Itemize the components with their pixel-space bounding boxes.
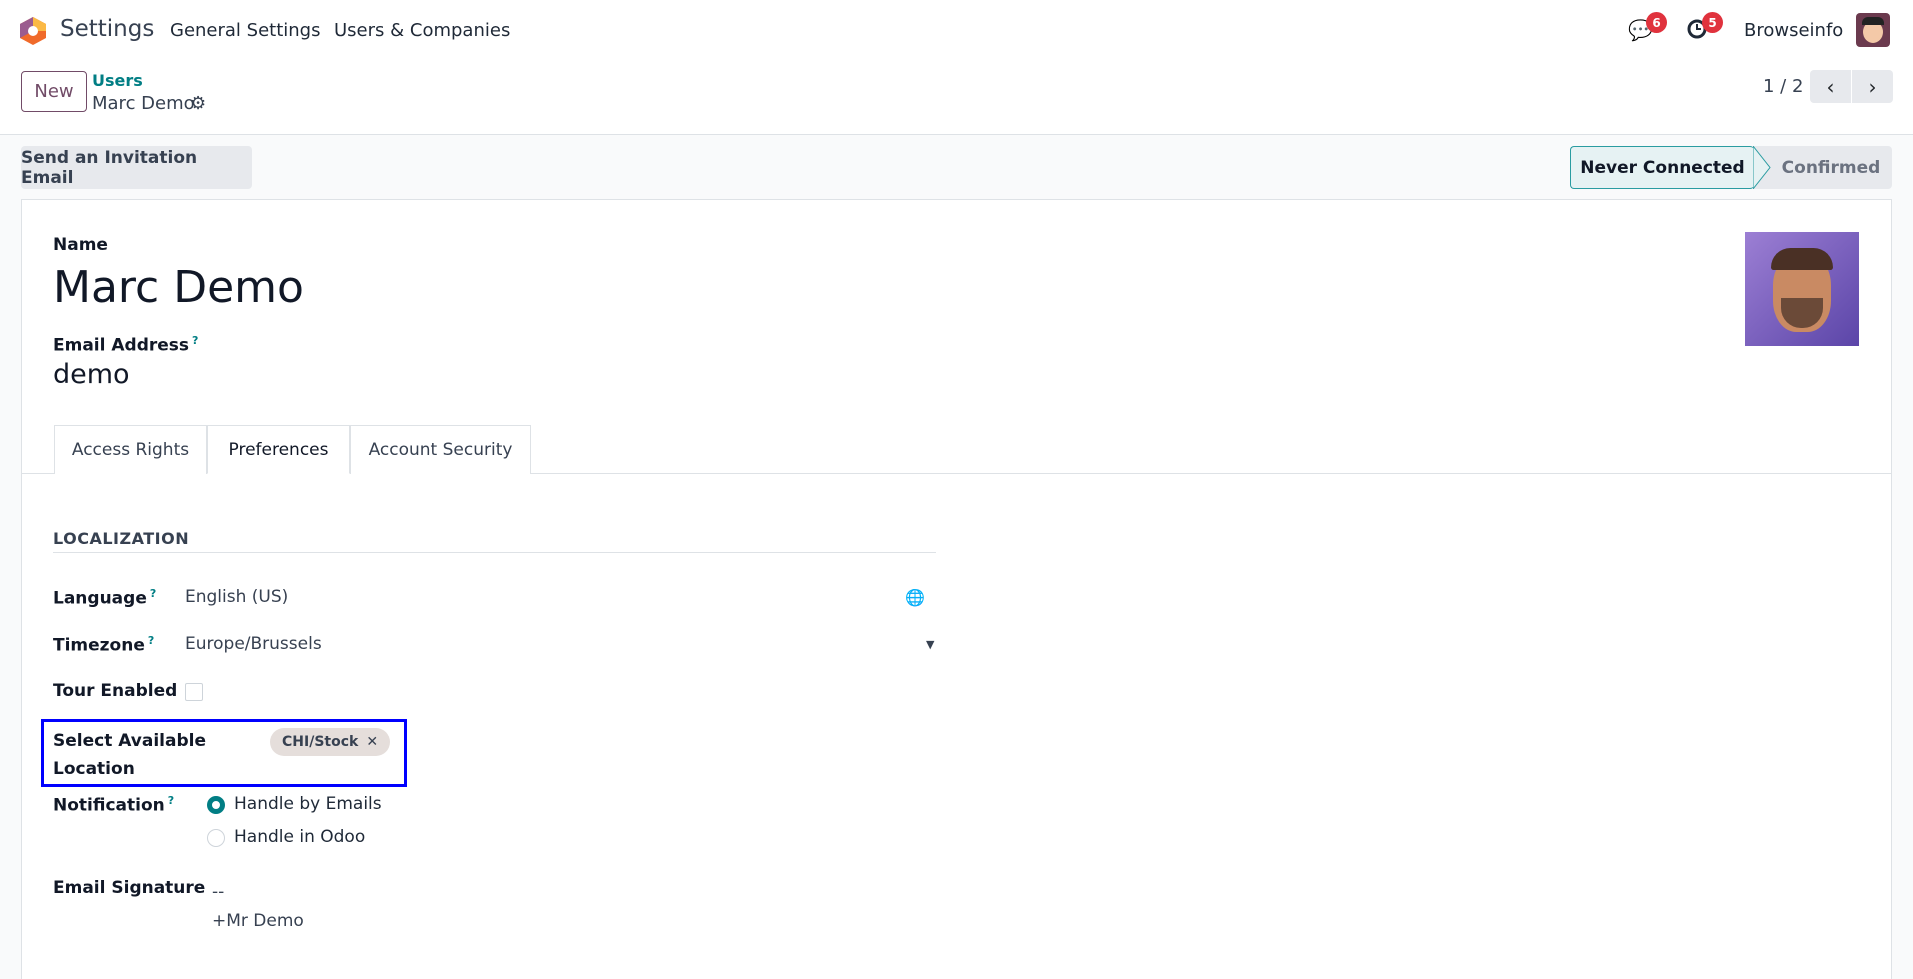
tab-access-rights[interactable]: Access Rights <box>54 425 207 474</box>
tour-enabled-checkbox[interactable] <box>185 683 203 701</box>
radio-handle-by-emails[interactable] <box>207 796 225 814</box>
new-button[interactable]: New <box>21 71 87 112</box>
signature-label: Email Signature <box>53 878 206 898</box>
language-select[interactable]: English (US) <box>185 587 288 607</box>
form-sheet <box>21 199 1892 979</box>
chevron-left-icon: ‹ <box>1826 74 1835 99</box>
signature-line-1[interactable]: -- <box>212 882 224 902</box>
language-label: Language? <box>53 587 157 609</box>
email-label: Email Address? <box>53 334 199 356</box>
globe-icon[interactable]: 🌐 <box>905 588 925 607</box>
control-panel: New Users Marc Demo ⚙ 1 / 2 ‹ › <box>0 60 1913 135</box>
activities-badge: 5 <box>1702 12 1723 33</box>
send-invitation-button[interactable]: Send an Invitation Email <box>21 146 252 189</box>
remove-tag-icon[interactable]: ✕ <box>366 734 378 750</box>
timezone-label: Timezone? <box>53 634 155 656</box>
breadcrumb-users[interactable]: Users <box>92 71 143 90</box>
user-avatar[interactable] <box>1856 13 1890 47</box>
caret-down-icon[interactable]: ▼ <box>926 638 934 651</box>
location-label: Select Available Location <box>53 731 207 779</box>
signature-line-2[interactable]: +Mr Demo <box>212 911 304 931</box>
pager-next-button[interactable]: › <box>1852 70 1893 103</box>
radio-handle-in-odoo[interactable] <box>207 829 225 847</box>
status-arrow <box>1753 146 1771 189</box>
notification-label: Notification? <box>53 794 175 816</box>
name-field[interactable]: Marc Demo <box>53 262 304 313</box>
help-icon[interactable]: ? <box>192 334 198 347</box>
status-never-connected[interactable]: Never Connected <box>1570 146 1754 189</box>
option-handle-in-odoo[interactable]: Handle in Odoo <box>234 827 365 847</box>
name-label: Name <box>53 235 108 255</box>
menu-users-companies[interactable]: Users & Companies <box>334 20 510 41</box>
tab-preferences[interactable]: Preferences <box>207 425 350 474</box>
messages-badge: 6 <box>1646 12 1667 33</box>
status-confirmed[interactable]: Confirmed <box>1770 146 1892 189</box>
pager-previous-button[interactable]: ‹ <box>1810 70 1851 103</box>
top-navbar: Settings General Settings Users & Compan… <box>0 0 1913 60</box>
company-name[interactable]: Browseinfo <box>1744 20 1843 41</box>
location-tag-label: CHI/Stock <box>282 734 359 750</box>
location-tag: CHI/Stock ✕ <box>270 728 391 756</box>
breadcrumb-current: Marc Demo <box>92 93 195 114</box>
section-localization: LOCALIZATION <box>53 529 190 548</box>
email-field[interactable]: demo <box>53 359 130 390</box>
timezone-select[interactable]: Europe/Brussels <box>185 634 322 654</box>
tour-enabled-label: Tour Enabled <box>53 681 178 701</box>
messages-button[interactable]: 💬 6 <box>1628 12 1667 42</box>
menu-general-settings[interactable]: General Settings <box>170 20 321 41</box>
gear-icon[interactable]: ⚙ <box>190 93 206 114</box>
app-title[interactable]: Settings <box>60 16 154 42</box>
odoo-apps-icon[interactable] <box>20 17 46 45</box>
chevron-right-icon: › <box>1868 74 1877 99</box>
section-divider <box>53 552 936 553</box>
tab-account-security[interactable]: Account Security <box>350 425 531 474</box>
pager-value[interactable]: 1 / 2 <box>1763 76 1803 97</box>
activities-button[interactable]: 5 <box>1686 12 1723 42</box>
status-bar: Never Connected Confirmed <box>1570 146 1892 189</box>
option-handle-by-emails[interactable]: Handle by Emails <box>234 794 382 814</box>
user-photo[interactable] <box>1745 232 1859 346</box>
